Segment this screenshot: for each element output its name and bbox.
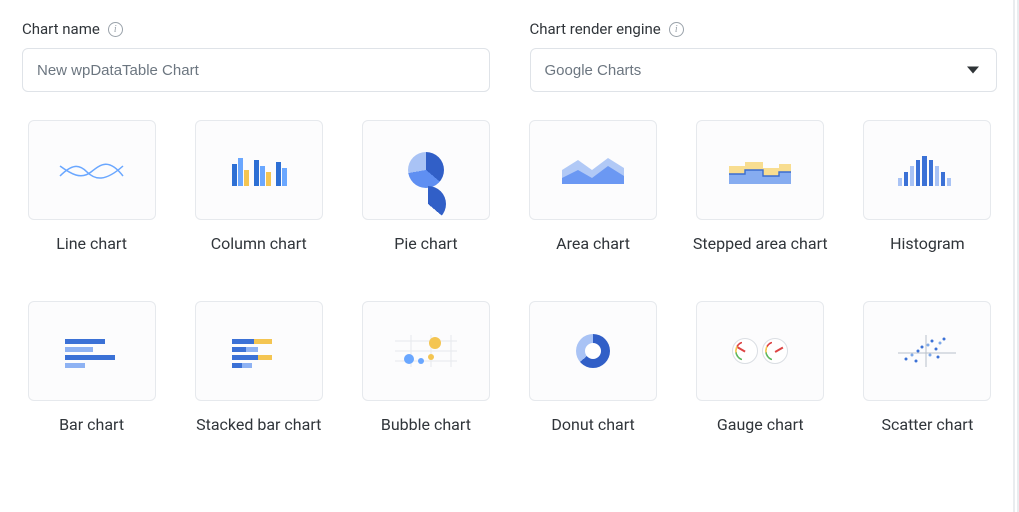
chart-type-label: Column chart (211, 234, 307, 255)
chart-type-scatter[interactable] (863, 301, 991, 401)
chart-type-grid: Line chart Column chart Pie chart (22, 120, 997, 436)
chart-type-label: Gauge chart (717, 415, 804, 436)
chart-type-area[interactable] (529, 120, 657, 220)
render-engine-label: Chart render engine (530, 20, 661, 38)
info-icon[interactable]: i (108, 22, 123, 37)
chart-type-label: Stepped area chart (693, 234, 828, 255)
chart-type-bar[interactable] (28, 301, 156, 401)
stepped-area-chart-icon (725, 150, 795, 190)
chart-type-label: Bubble chart (381, 415, 471, 436)
chart-type-label: Scatter chart (881, 415, 973, 436)
chart-name-label: Chart name (22, 20, 100, 38)
chart-name-input[interactable] (22, 48, 490, 92)
render-engine-select[interactable] (530, 48, 998, 92)
chart-type-pie[interactable] (362, 120, 490, 220)
chart-name-group: Chart name i (22, 20, 490, 92)
chart-type-label: Pie chart (394, 234, 457, 255)
chart-type-histogram[interactable] (863, 120, 991, 220)
chart-type-bubble[interactable] (362, 301, 490, 401)
info-icon[interactable]: i (669, 22, 684, 37)
chart-type-line[interactable] (28, 120, 156, 220)
chart-type-donut[interactable] (529, 301, 657, 401)
chart-type-column[interactable] (195, 120, 323, 220)
bar-chart-icon (57, 331, 127, 371)
panel-right-edge (1013, 0, 1019, 512)
render-engine-group: Chart render engine i (530, 20, 998, 92)
line-chart-icon (57, 150, 127, 190)
donut-chart-icon (576, 334, 610, 368)
chart-type-label: Histogram (890, 234, 965, 255)
bubble-chart-icon (391, 331, 461, 371)
chart-type-label: Donut chart (551, 415, 634, 436)
chart-type-label: Bar chart (59, 415, 124, 436)
chart-type-label: Line chart (56, 234, 127, 255)
chart-type-stacked-bar[interactable] (195, 301, 323, 401)
histogram-icon (892, 150, 962, 190)
chart-type-gauge[interactable] (696, 301, 824, 401)
area-chart-icon (558, 150, 628, 190)
stacked-bar-chart-icon (224, 331, 294, 371)
pie-chart-icon (408, 152, 444, 188)
chart-type-label: Area chart (556, 234, 630, 255)
chart-config-form: Chart name i Chart render engine i (22, 20, 997, 92)
gauge-chart-icon (732, 338, 788, 364)
column-chart-icon (224, 150, 294, 190)
chart-type-label: Stacked bar chart (196, 415, 321, 436)
scatter-chart-icon (892, 331, 962, 371)
chart-type-stepped-area[interactable] (696, 120, 824, 220)
